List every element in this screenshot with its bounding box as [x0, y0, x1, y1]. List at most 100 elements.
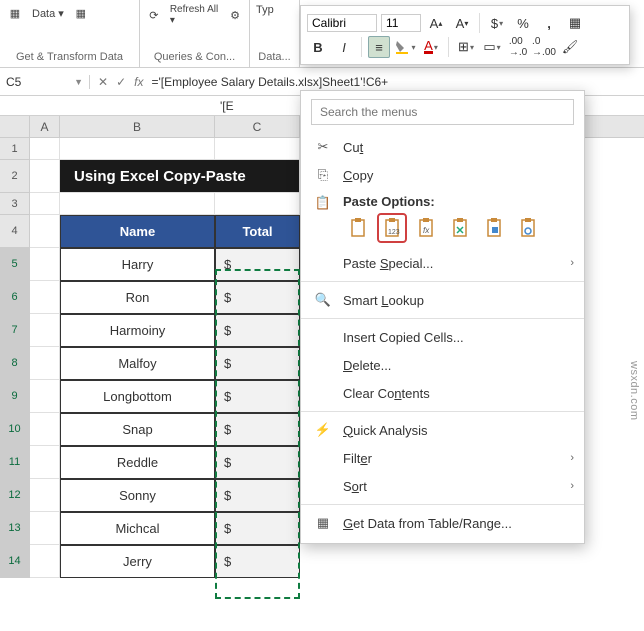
cell-total[interactable]: $: [215, 446, 300, 479]
row-header[interactable]: 14: [0, 545, 30, 578]
cell[interactable]: [30, 380, 60, 413]
cell-name[interactable]: Sonny: [60, 479, 215, 512]
accounting-format-icon[interactable]: $▾: [486, 12, 508, 34]
select-all-corner[interactable]: [0, 116, 30, 137]
center-align-icon[interactable]: ≡: [368, 36, 390, 58]
fill-color-icon[interactable]: ▾: [394, 36, 416, 58]
row-header[interactable]: 8: [0, 347, 30, 380]
cell-name[interactable]: Malfoy: [60, 347, 215, 380]
connections-icon[interactable]: ⚙: [227, 6, 243, 24]
menu-clear-contents[interactable]: Clear Contents: [301, 379, 584, 407]
row-header[interactable]: 13: [0, 512, 30, 545]
table-header-name[interactable]: Name: [60, 215, 215, 248]
cell-total[interactable]: $: [215, 314, 300, 347]
chevron-down-icon[interactable]: ▼: [74, 77, 83, 87]
paste-formulas-icon[interactable]: fx: [411, 213, 441, 243]
merge-icon[interactable]: ▭▾: [481, 36, 503, 58]
menu-get-data-table[interactable]: ▦ Get Data from Table/Range...: [301, 509, 584, 537]
cell[interactable]: [30, 248, 60, 281]
accept-icon[interactable]: ✓: [116, 75, 126, 89]
formula-text[interactable]: ='[Employee Salary Details.xlsx]Sheet1'!…: [151, 75, 388, 89]
table-icon[interactable]: ▦: [72, 4, 90, 22]
cell[interactable]: [30, 193, 60, 215]
paste-default-icon[interactable]: [343, 213, 373, 243]
refresh-dropdown[interactable]: Refresh All ▾: [170, 4, 219, 26]
font-size-selector[interactable]: [381, 14, 421, 32]
cell-name[interactable]: Harmoiny: [60, 314, 215, 347]
cell[interactable]: [60, 193, 215, 215]
row-header[interactable]: 6: [0, 281, 30, 314]
conditional-format-icon[interactable]: ▦: [564, 12, 586, 34]
col-header-c[interactable]: C: [215, 116, 300, 137]
bold-icon[interactable]: B: [307, 36, 329, 58]
decrease-font-icon[interactable]: A▾: [451, 12, 473, 34]
cell[interactable]: [30, 160, 60, 193]
row-header[interactable]: 1: [0, 138, 30, 160]
cell-total[interactable]: $: [215, 281, 300, 314]
cell-name[interactable]: Longbottom: [60, 380, 215, 413]
font-selector[interactable]: [307, 14, 377, 32]
menu-cut[interactable]: ✂ Cut: [301, 133, 584, 161]
row-header[interactable]: 9: [0, 380, 30, 413]
row-header[interactable]: 3: [0, 193, 30, 215]
cell-total[interactable]: $: [215, 413, 300, 446]
menu-quick-analysis[interactable]: ⚡ Quick Analysis: [301, 416, 584, 444]
col-header-b[interactable]: B: [60, 116, 215, 137]
data-dropdown[interactable]: Data ▾: [32, 7, 64, 20]
menu-paste-special[interactable]: Paste Special... ›: [301, 249, 584, 277]
cell[interactable]: [30, 545, 60, 578]
cell[interactable]: [30, 281, 60, 314]
cell[interactable]: [60, 138, 215, 160]
cell[interactable]: [215, 138, 300, 160]
cell[interactable]: [30, 215, 60, 248]
fx-icon[interactable]: fx: [134, 75, 143, 89]
cell[interactable]: [30, 479, 60, 512]
col-header-a[interactable]: A: [30, 116, 60, 137]
row-header[interactable]: 4: [0, 215, 30, 248]
menu-delete[interactable]: Delete...: [301, 351, 584, 379]
cell[interactable]: [30, 512, 60, 545]
menu-sort[interactable]: Sort ›: [301, 472, 584, 500]
comma-format-icon[interactable]: ,: [538, 12, 560, 34]
row-header[interactable]: 12: [0, 479, 30, 512]
menu-filter[interactable]: Filter ›: [301, 444, 584, 472]
paste-values-icon[interactable]: 123: [377, 213, 407, 243]
italic-icon[interactable]: I: [333, 36, 355, 58]
cell-total[interactable]: $: [215, 248, 300, 281]
cell-name[interactable]: Jerry: [60, 545, 215, 578]
row-header[interactable]: 2: [0, 160, 30, 193]
cell[interactable]: [30, 446, 60, 479]
cancel-icon[interactable]: ✕: [98, 75, 108, 89]
name-box[interactable]: C5 ▼: [0, 75, 90, 89]
cell[interactable]: [30, 347, 60, 380]
row-header[interactable]: 7: [0, 314, 30, 347]
refresh-icon[interactable]: ⟳: [146, 6, 162, 24]
decrease-decimal-icon[interactable]: .00→.0: [507, 36, 529, 58]
increase-decimal-icon[interactable]: .0→.00: [533, 36, 555, 58]
cell-name[interactable]: Ron: [60, 281, 215, 314]
increase-font-icon[interactable]: A▴: [425, 12, 447, 34]
cell-total[interactable]: $: [215, 380, 300, 413]
percent-format-icon[interactable]: %: [512, 12, 534, 34]
cell-total[interactable]: $: [215, 347, 300, 380]
paste-transpose-icon[interactable]: [445, 213, 475, 243]
sheet-title[interactable]: Using Excel Copy-Paste: [60, 160, 300, 193]
format-painter-icon[interactable]: 🖌: [559, 36, 581, 58]
cell[interactable]: [215, 193, 300, 215]
cell-name[interactable]: Harry: [60, 248, 215, 281]
cell-name[interactable]: Reddle: [60, 446, 215, 479]
borders-icon[interactable]: ⊞▾: [455, 36, 477, 58]
cell[interactable]: [30, 314, 60, 347]
menu-smart-lookup[interactable]: 🔍 Smart Lookup: [301, 286, 584, 314]
cell-total[interactable]: $: [215, 512, 300, 545]
cell[interactable]: [30, 138, 60, 160]
font-color-icon[interactable]: A▾: [420, 36, 442, 58]
cell[interactable]: [30, 413, 60, 446]
row-header[interactable]: 10: [0, 413, 30, 446]
menu-search-input[interactable]: [311, 99, 574, 125]
row-header[interactable]: 11: [0, 446, 30, 479]
table-header-total[interactable]: Total: [215, 215, 300, 248]
cell-total[interactable]: $: [215, 479, 300, 512]
cell-name[interactable]: Snap: [60, 413, 215, 446]
cell-total[interactable]: $: [215, 545, 300, 578]
